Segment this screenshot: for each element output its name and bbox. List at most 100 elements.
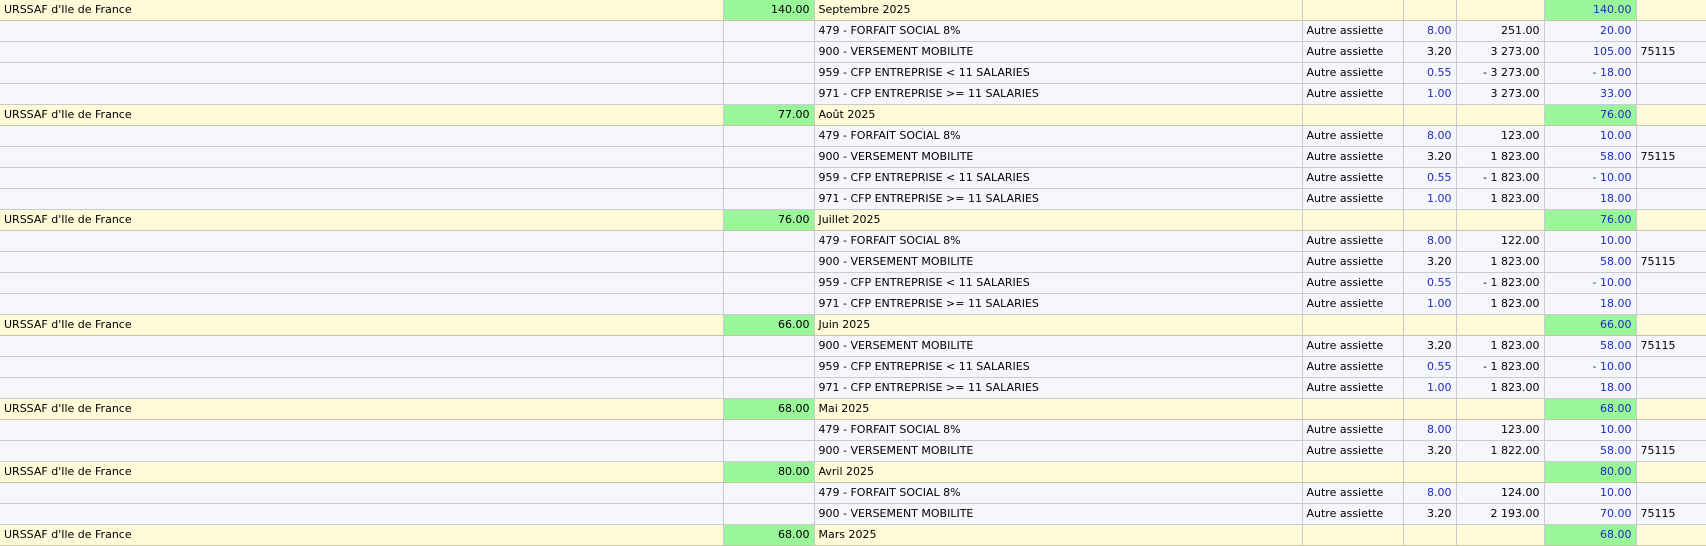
organism-cell[interactable] — [0, 356, 724, 378]
organism-cell[interactable] — [0, 62, 724, 84]
base-cell[interactable] — [1456, 398, 1545, 420]
code-cell[interactable] — [1636, 419, 1706, 441]
rate-cell[interactable] — [1403, 314, 1457, 336]
code-cell[interactable]: 75115 — [1636, 335, 1706, 357]
contribution-label-cell[interactable]: 959 - CFP ENTREPRISE < 11 SALARIES — [814, 272, 1303, 294]
base-cell[interactable]: - 1 823.00 — [1456, 356, 1545, 378]
rate-cell[interactable]: 0.55 — [1403, 272, 1457, 294]
code-cell[interactable] — [1636, 398, 1706, 420]
basis-cell[interactable]: Autre assiette — [1302, 272, 1404, 294]
organism-total-cell[interactable] — [723, 188, 815, 210]
organism-cell[interactable]: URSSAF d'Ile de France — [0, 314, 724, 336]
contribution-row[interactable]: 900 - VERSEMENT MOBILITE Autre assiette 3.… — [0, 440, 1706, 462]
code-cell[interactable] — [1636, 83, 1706, 105]
period-group-row[interactable]: URSSAF d'Ile de France 66.00 Juin 2025 66.0… — [0, 314, 1706, 336]
code-cell[interactable] — [1636, 356, 1706, 378]
organism-total-cell[interactable] — [723, 440, 815, 462]
period-group-row[interactable]: URSSAF d'Ile de France 68.00 Mars 2025 68.0… — [0, 524, 1706, 546]
code-cell[interactable] — [1636, 524, 1706, 546]
contribution-row[interactable]: 959 - CFP ENTREPRISE < 11 SALARIES Autre … — [0, 356, 1706, 378]
period-amount-cell[interactable]: 76.00 — [1544, 104, 1637, 126]
organism-total-cell[interactable]: 66.00 — [723, 314, 815, 336]
amount-cell[interactable]: 18.00 — [1544, 188, 1637, 210]
organism-cell[interactable]: URSSAF d'Ile de France — [0, 0, 724, 21]
rate-cell[interactable]: 1.00 — [1403, 293, 1457, 315]
organism-total-cell[interactable] — [723, 41, 815, 63]
rate-cell[interactable]: 8.00 — [1403, 230, 1457, 252]
organism-cell[interactable] — [0, 377, 724, 399]
contribution-row[interactable]: 959 - CFP ENTREPRISE < 11 SALARIES Autre … — [0, 272, 1706, 294]
basis-cell[interactable] — [1302, 398, 1404, 420]
rate-cell[interactable]: 8.00 — [1403, 419, 1457, 441]
contribution-label-cell[interactable]: 479 - FORFAIT SOCIAL 8% — [814, 20, 1303, 42]
contribution-label-cell[interactable]: 959 - CFP ENTREPRISE < 11 SALARIES — [814, 62, 1303, 84]
contribution-row[interactable]: 479 - FORFAIT SOCIAL 8% Autre assiette 8.0… — [0, 482, 1706, 504]
amount-cell[interactable]: 10.00 — [1544, 230, 1637, 252]
base-cell[interactable]: 1 823.00 — [1456, 188, 1545, 210]
contribution-label-cell[interactable]: 971 - CFP ENTREPRISE >= 11 SALARIES — [814, 83, 1303, 105]
contribution-label-cell[interactable]: 971 - CFP ENTREPRISE >= 11 SALARIES — [814, 293, 1303, 315]
rate-cell[interactable] — [1403, 104, 1457, 126]
organism-cell[interactable] — [0, 167, 724, 189]
base-cell[interactable] — [1456, 314, 1545, 336]
period-label-cell[interactable]: Avril 2025 — [814, 461, 1303, 483]
rate-cell[interactable]: 3.20 — [1403, 503, 1457, 525]
period-amount-cell[interactable]: 68.00 — [1544, 524, 1637, 546]
rate-cell[interactable]: 0.55 — [1403, 62, 1457, 84]
period-amount-cell[interactable]: 76.00 — [1544, 209, 1637, 231]
organism-total-cell[interactable] — [723, 272, 815, 294]
base-cell[interactable]: 1 823.00 — [1456, 146, 1545, 168]
rate-cell[interactable]: 0.55 — [1403, 356, 1457, 378]
contribution-label-cell[interactable]: 900 - VERSEMENT MOBILITE — [814, 41, 1303, 63]
organism-cell[interactable]: URSSAF d'Ile de France — [0, 461, 724, 483]
contribution-label-cell[interactable]: 971 - CFP ENTREPRISE >= 11 SALARIES — [814, 188, 1303, 210]
rate-cell[interactable]: 1.00 — [1403, 83, 1457, 105]
organism-total-cell[interactable] — [723, 335, 815, 357]
base-cell[interactable]: 1 823.00 — [1456, 251, 1545, 273]
rate-cell[interactable]: 3.20 — [1403, 335, 1457, 357]
rate-cell[interactable] — [1403, 0, 1457, 21]
rate-cell[interactable] — [1403, 461, 1457, 483]
basis-cell[interactable]: Autre assiette — [1302, 503, 1404, 525]
organism-cell[interactable]: URSSAF d'Ile de France — [0, 524, 724, 546]
period-group-row[interactable]: URSSAF d'Ile de France 68.00 Mai 2025 68.00 — [0, 398, 1706, 420]
base-cell[interactable]: - 1 823.00 — [1456, 167, 1545, 189]
period-group-row[interactable]: URSSAF d'Ile de France 80.00 Avril 2025 80.… — [0, 461, 1706, 483]
organism-total-cell[interactable] — [723, 20, 815, 42]
rate-cell[interactable]: 8.00 — [1403, 125, 1457, 147]
contribution-row[interactable]: 900 - VERSEMENT MOBILITE Autre assiette 3.… — [0, 41, 1706, 63]
organism-cell[interactable] — [0, 251, 724, 273]
rate-cell[interactable]: 1.00 — [1403, 188, 1457, 210]
contribution-row[interactable]: 479 - FORFAIT SOCIAL 8% Autre assiette 8.0… — [0, 20, 1706, 42]
amount-cell[interactable]: 18.00 — [1544, 377, 1637, 399]
base-cell[interactable] — [1456, 461, 1545, 483]
code-cell[interactable] — [1636, 167, 1706, 189]
contribution-label-cell[interactable]: 479 - FORFAIT SOCIAL 8% — [814, 230, 1303, 252]
rate-cell[interactable] — [1403, 398, 1457, 420]
basis-cell[interactable]: Autre assiette — [1302, 335, 1404, 357]
basis-cell[interactable]: Autre assiette — [1302, 482, 1404, 504]
period-amount-cell[interactable]: 68.00 — [1544, 398, 1637, 420]
organism-cell[interactable]: URSSAF d'Ile de France — [0, 104, 724, 126]
organism-total-cell[interactable]: 68.00 — [723, 398, 815, 420]
contribution-row[interactable]: 900 - VERSEMENT MOBILITE Autre assiette 3.… — [0, 335, 1706, 357]
code-cell[interactable] — [1636, 230, 1706, 252]
basis-cell[interactable]: Autre assiette — [1302, 167, 1404, 189]
organism-total-cell[interactable] — [723, 356, 815, 378]
rate-cell[interactable]: 8.00 — [1403, 20, 1457, 42]
base-cell[interactable] — [1456, 0, 1545, 21]
base-cell[interactable]: 123.00 — [1456, 125, 1545, 147]
contribution-row[interactable]: 900 - VERSEMENT MOBILITE Autre assiette 3.… — [0, 503, 1706, 525]
organism-cell[interactable] — [0, 482, 724, 504]
base-cell[interactable]: 1 823.00 — [1456, 377, 1545, 399]
rate-cell[interactable]: 3.20 — [1403, 251, 1457, 273]
organism-total-cell[interactable] — [723, 251, 815, 273]
basis-cell[interactable]: Autre assiette — [1302, 356, 1404, 378]
organism-cell[interactable] — [0, 188, 724, 210]
basis-cell[interactable] — [1302, 209, 1404, 231]
organism-cell[interactable] — [0, 272, 724, 294]
organism-total-cell[interactable] — [723, 293, 815, 315]
amount-cell[interactable]: - 10.00 — [1544, 356, 1637, 378]
amount-cell[interactable]: 58.00 — [1544, 251, 1637, 273]
amount-cell[interactable]: 105.00 — [1544, 41, 1637, 63]
